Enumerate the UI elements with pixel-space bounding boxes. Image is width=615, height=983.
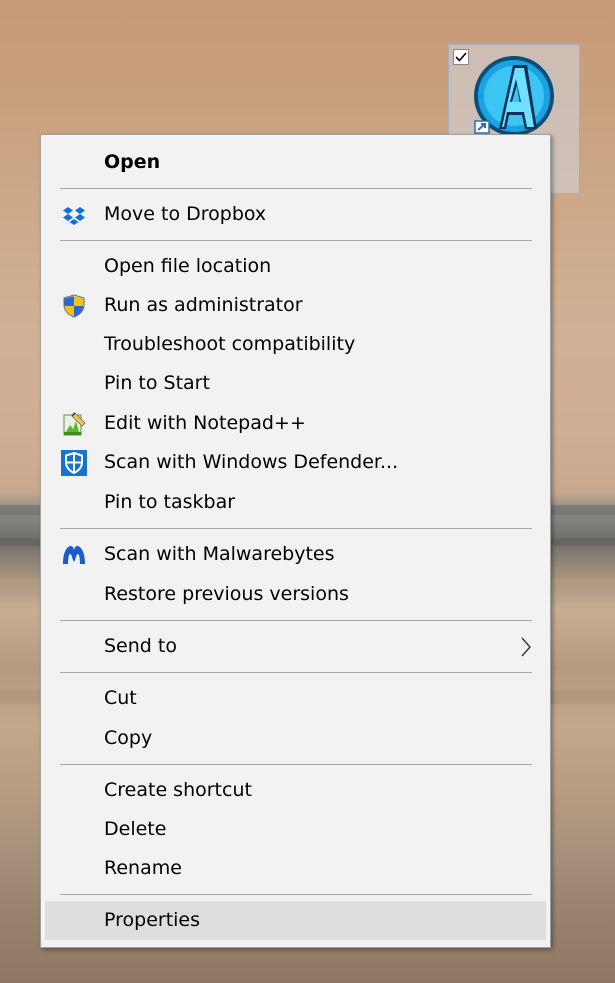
menu-item-label: Restore previous versions — [104, 583, 349, 605]
menu-item-run-as-administrator[interactable]: Run as administrator — [45, 286, 546, 325]
menu-item-label: Run as administrator — [104, 294, 303, 316]
menu-item-label: Scan with Malwarebytes — [104, 543, 335, 565]
menu-item-create-shortcut[interactable]: Create shortcut — [45, 771, 546, 810]
menu-item-label: Cut — [104, 687, 137, 709]
menu-separator — [60, 672, 532, 673]
notepadpp-icon — [63, 412, 86, 436]
menu-item-pin-to-start[interactable]: Pin to Start — [45, 364, 546, 403]
malwarebytes-icon — [63, 546, 85, 564]
windows-defender-icon — [61, 450, 87, 476]
menu-item-copy[interactable]: Copy — [45, 719, 546, 758]
menu-item-label: Open — [104, 151, 161, 173]
menu-item-label: Troubleshoot compatibility — [104, 333, 356, 355]
menu-item-properties[interactable]: Properties — [45, 901, 546, 940]
menu-separator — [60, 764, 532, 765]
chevron-right-icon — [521, 637, 531, 657]
menu-item-open[interactable]: Open — [45, 143, 546, 182]
menu-item-label: Copy — [104, 727, 153, 749]
menu-item-open-file-location[interactable]: Open file location — [45, 247, 546, 286]
menu-item-scan-with-malwarebytes[interactable]: Scan with Malwarebytes — [45, 535, 546, 574]
menu-separator — [60, 620, 532, 621]
menu-item-label: Delete — [104, 818, 167, 840]
menu-separator — [60, 240, 532, 241]
menu-item-rename[interactable]: Rename — [45, 849, 546, 888]
menu-item-label: Create shortcut — [104, 779, 252, 801]
menu-item-label: Properties — [104, 909, 201, 931]
menu-separator — [60, 894, 532, 895]
menu-item-label: Send to — [104, 635, 177, 657]
dropbox-icon — [63, 207, 85, 225]
menu-item-label: Pin to taskbar — [104, 491, 236, 513]
menu-item-send-to[interactable]: Send to — [45, 627, 546, 666]
menu-item-pin-to-taskbar[interactable]: Pin to taskbar — [45, 483, 546, 522]
context-menu: Open Move to Dropbox Open file location … — [40, 134, 551, 948]
menu-item-scan-with-windows-defender[interactable]: Scan with Windows Defender... — [45, 443, 546, 482]
menu-item-label: Pin to Start — [104, 372, 210, 394]
menu-item-label: Edit with Notepad++ — [104, 412, 306, 434]
checkmark-icon — [455, 52, 467, 62]
menu-separator — [60, 528, 532, 529]
menu-item-label: Open file location — [104, 255, 272, 277]
selection-checkbox[interactable] — [453, 49, 469, 65]
menu-item-edit-with-notepadpp[interactable]: Edit with Notepad++ — [45, 404, 546, 443]
menu-item-troubleshoot-compatibility[interactable]: Troubleshoot compatibility — [45, 325, 546, 364]
menu-item-label: Move to Dropbox — [104, 203, 267, 225]
uac-shield-icon — [63, 294, 85, 318]
menu-item-cut[interactable]: Cut — [45, 679, 546, 718]
menu-separator — [60, 188, 532, 189]
menu-item-label: Rename — [104, 857, 182, 879]
menu-item-move-to-dropbox[interactable]: Move to Dropbox — [45, 195, 546, 234]
menu-item-label: Scan with Windows Defender... — [104, 451, 399, 473]
menu-item-restore-previous-versions[interactable]: Restore previous versions — [45, 575, 546, 614]
app-logo-icon — [474, 56, 554, 136]
menu-item-delete[interactable]: Delete — [45, 810, 546, 849]
